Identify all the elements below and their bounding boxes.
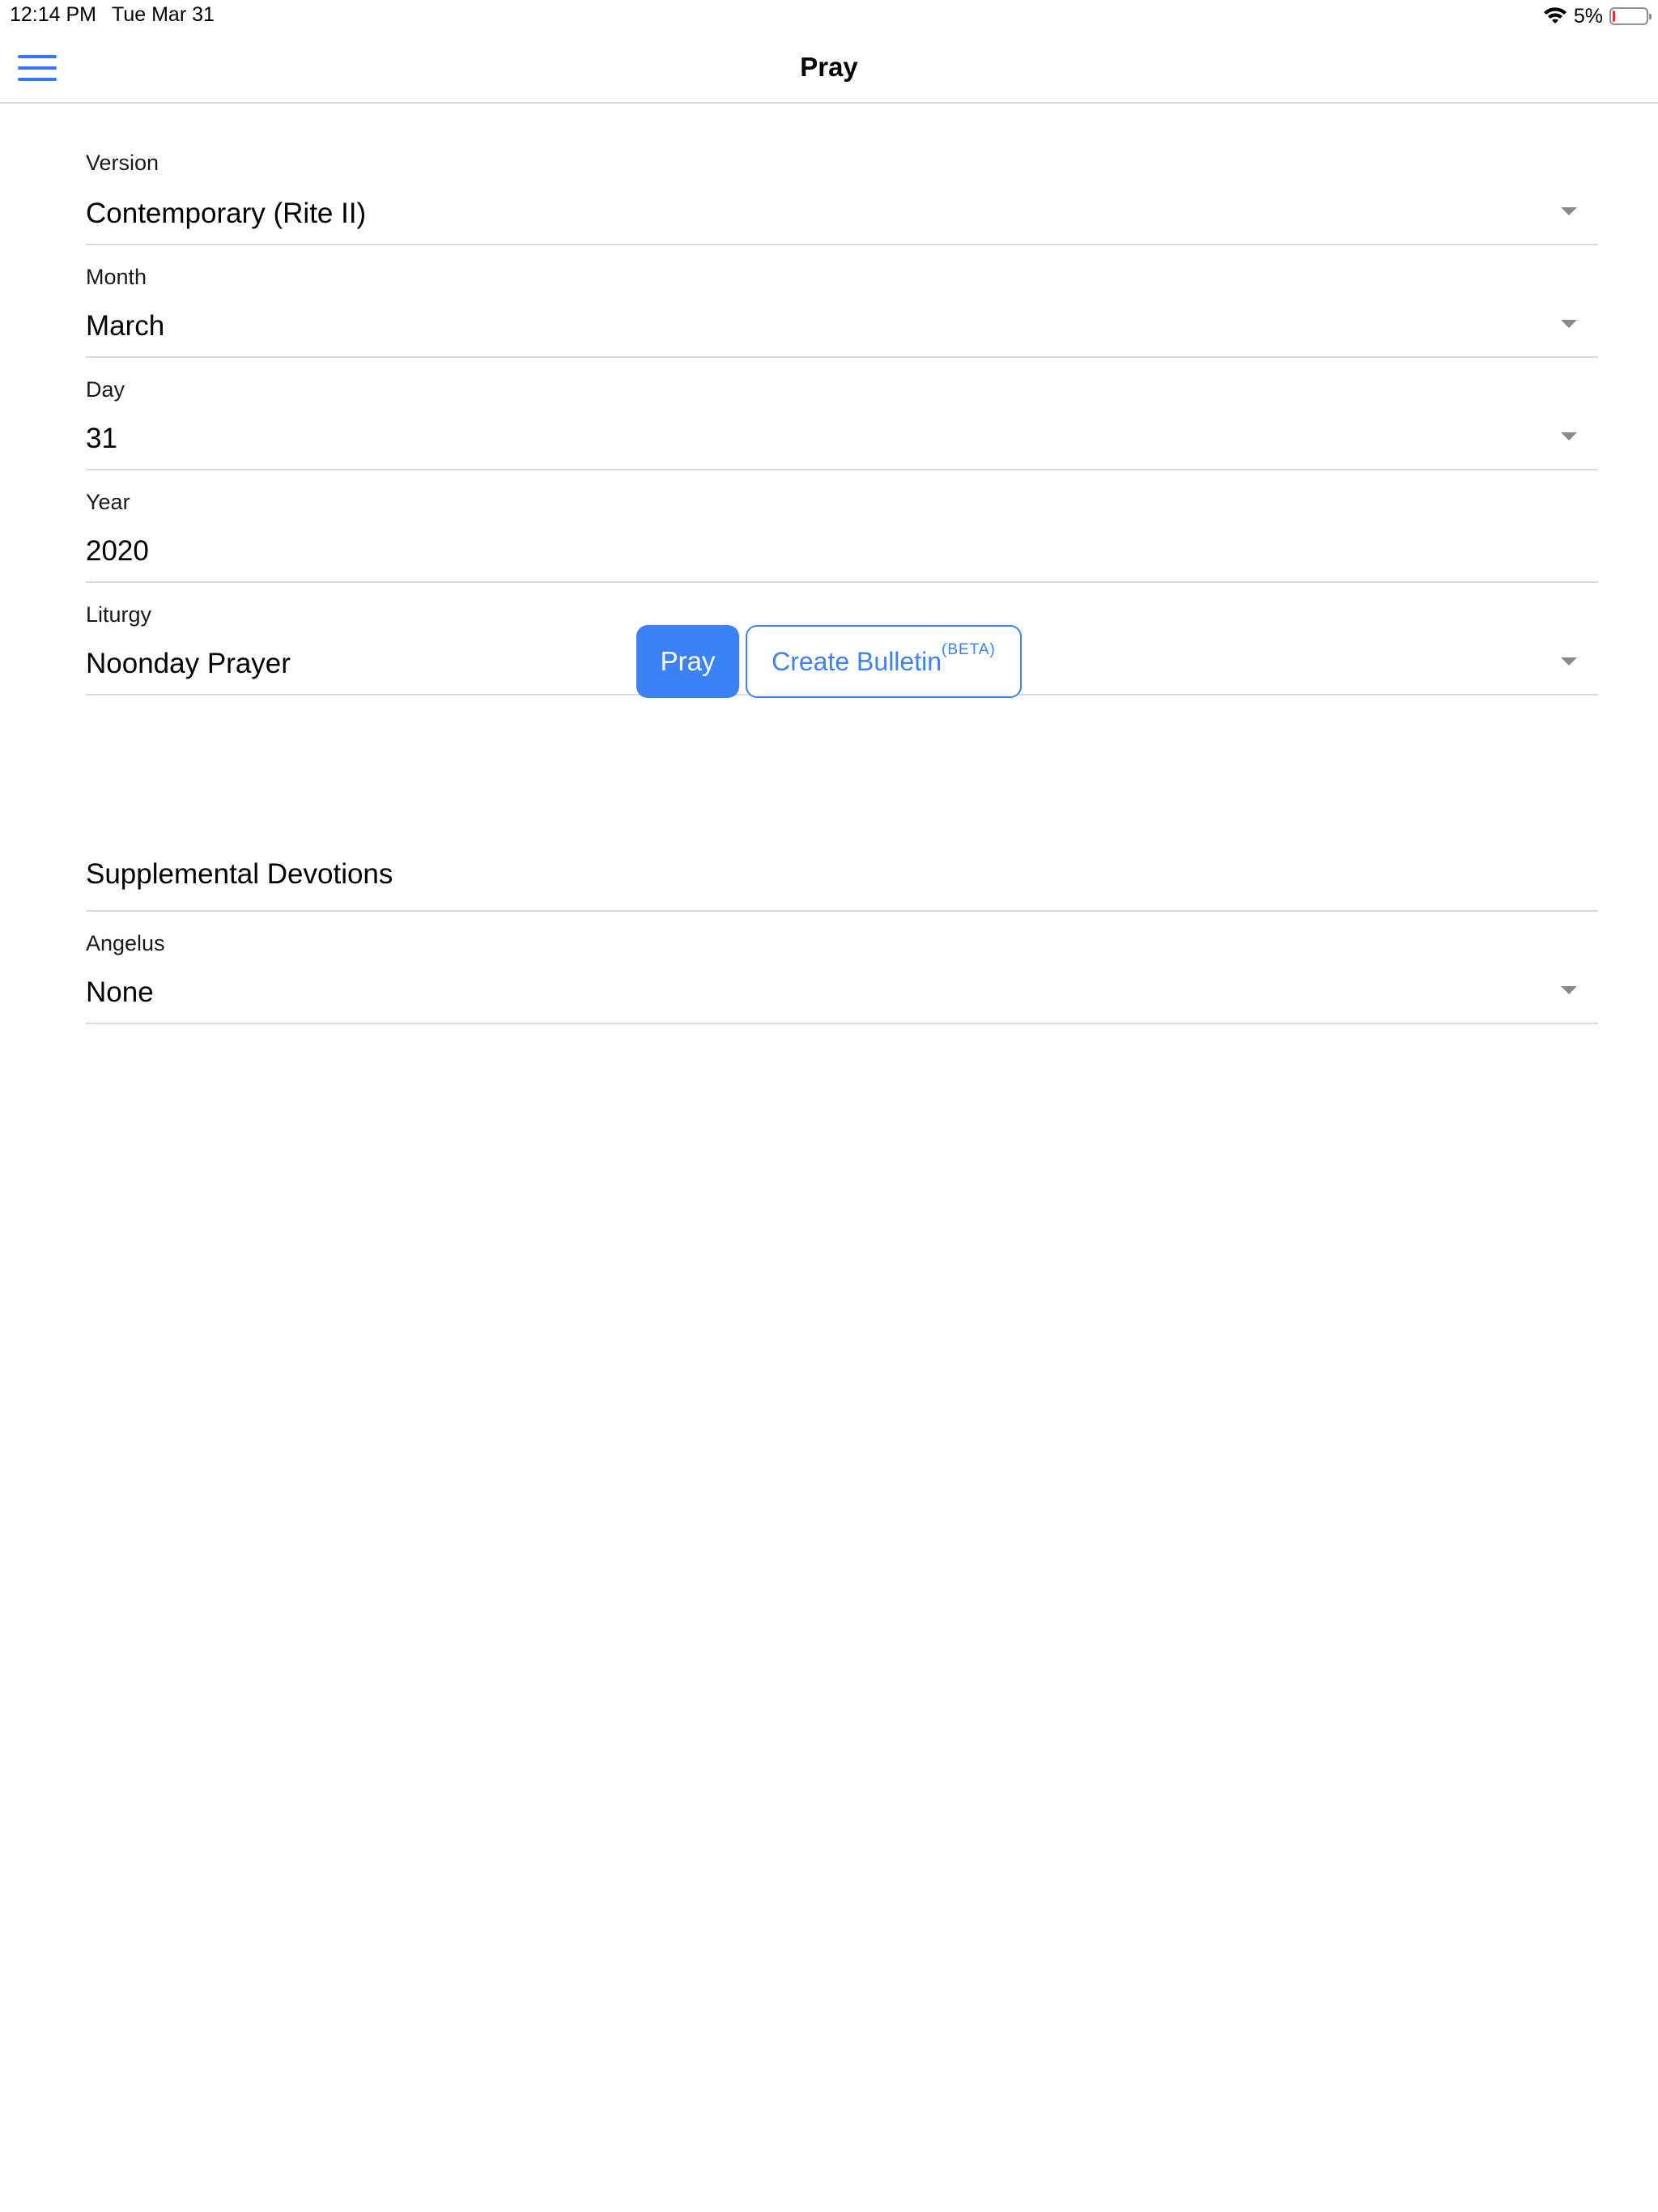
status-date: Tue Mar 31 (112, 3, 215, 26)
supplemental-devotions-header: Supplemental Devotions (86, 849, 1598, 912)
status-time: 12:14 PM (10, 3, 97, 26)
year-input[interactable]: Year 2020 (86, 470, 1598, 583)
action-buttons: Pray Create Bulletin (BETA) (0, 625, 1658, 700)
month-value: March (86, 310, 165, 342)
pray-button[interactable]: Pray (636, 625, 739, 698)
dropdown-caret-icon (1561, 432, 1577, 440)
dropdown-caret-icon (1561, 207, 1577, 215)
angelus-select[interactable]: Angelus None (86, 912, 1598, 1024)
battery-icon (1609, 7, 1652, 25)
year-label: Year (86, 490, 130, 514)
status-indicators: 5% (1543, 3, 1652, 29)
status-bar: 12:14 PM Tue Mar 31 5% (0, 0, 1658, 32)
page-title: Pray (800, 52, 858, 82)
day-label: Day (86, 377, 125, 402)
section-title: Supplemental Devotions (86, 858, 393, 890)
navigation-bar: Pray (0, 32, 1658, 104)
day-value: 31 (86, 423, 117, 454)
create-bulletin-button[interactable]: Create Bulletin (BETA) (746, 625, 1022, 698)
angelus-label: Angelus (86, 931, 165, 955)
beta-badge: (BETA) (942, 641, 996, 658)
liturgy-form: Version Contemporary (Rite II) Month Mar… (86, 133, 1598, 696)
version-label: Version (86, 151, 159, 175)
dropdown-caret-icon (1561, 320, 1577, 328)
liturgy-label: Liturgy (86, 602, 152, 627)
wifi-icon (1543, 7, 1567, 23)
version-value: Contemporary (Rite II) (86, 198, 367, 229)
version-select[interactable]: Version Contemporary (Rite II) (86, 133, 1598, 245)
supplemental-section: Angelus None (86, 912, 1598, 1024)
pray-screen: 12:14 PM Tue Mar 31 5% Pray Version Cont… (0, 0, 1658, 2212)
create-bulletin-label: Create Bulletin (772, 646, 942, 676)
battery-percent: 5% (1573, 4, 1603, 28)
dropdown-caret-icon (1561, 986, 1577, 994)
battery-level-fill (1613, 11, 1615, 22)
angelus-value: None (86, 976, 154, 1008)
year-value[interactable]: 2020 (86, 535, 149, 568)
month-select[interactable]: Month March (86, 245, 1598, 358)
month-label: Month (86, 265, 147, 289)
day-select[interactable]: Day 31 (86, 358, 1598, 470)
